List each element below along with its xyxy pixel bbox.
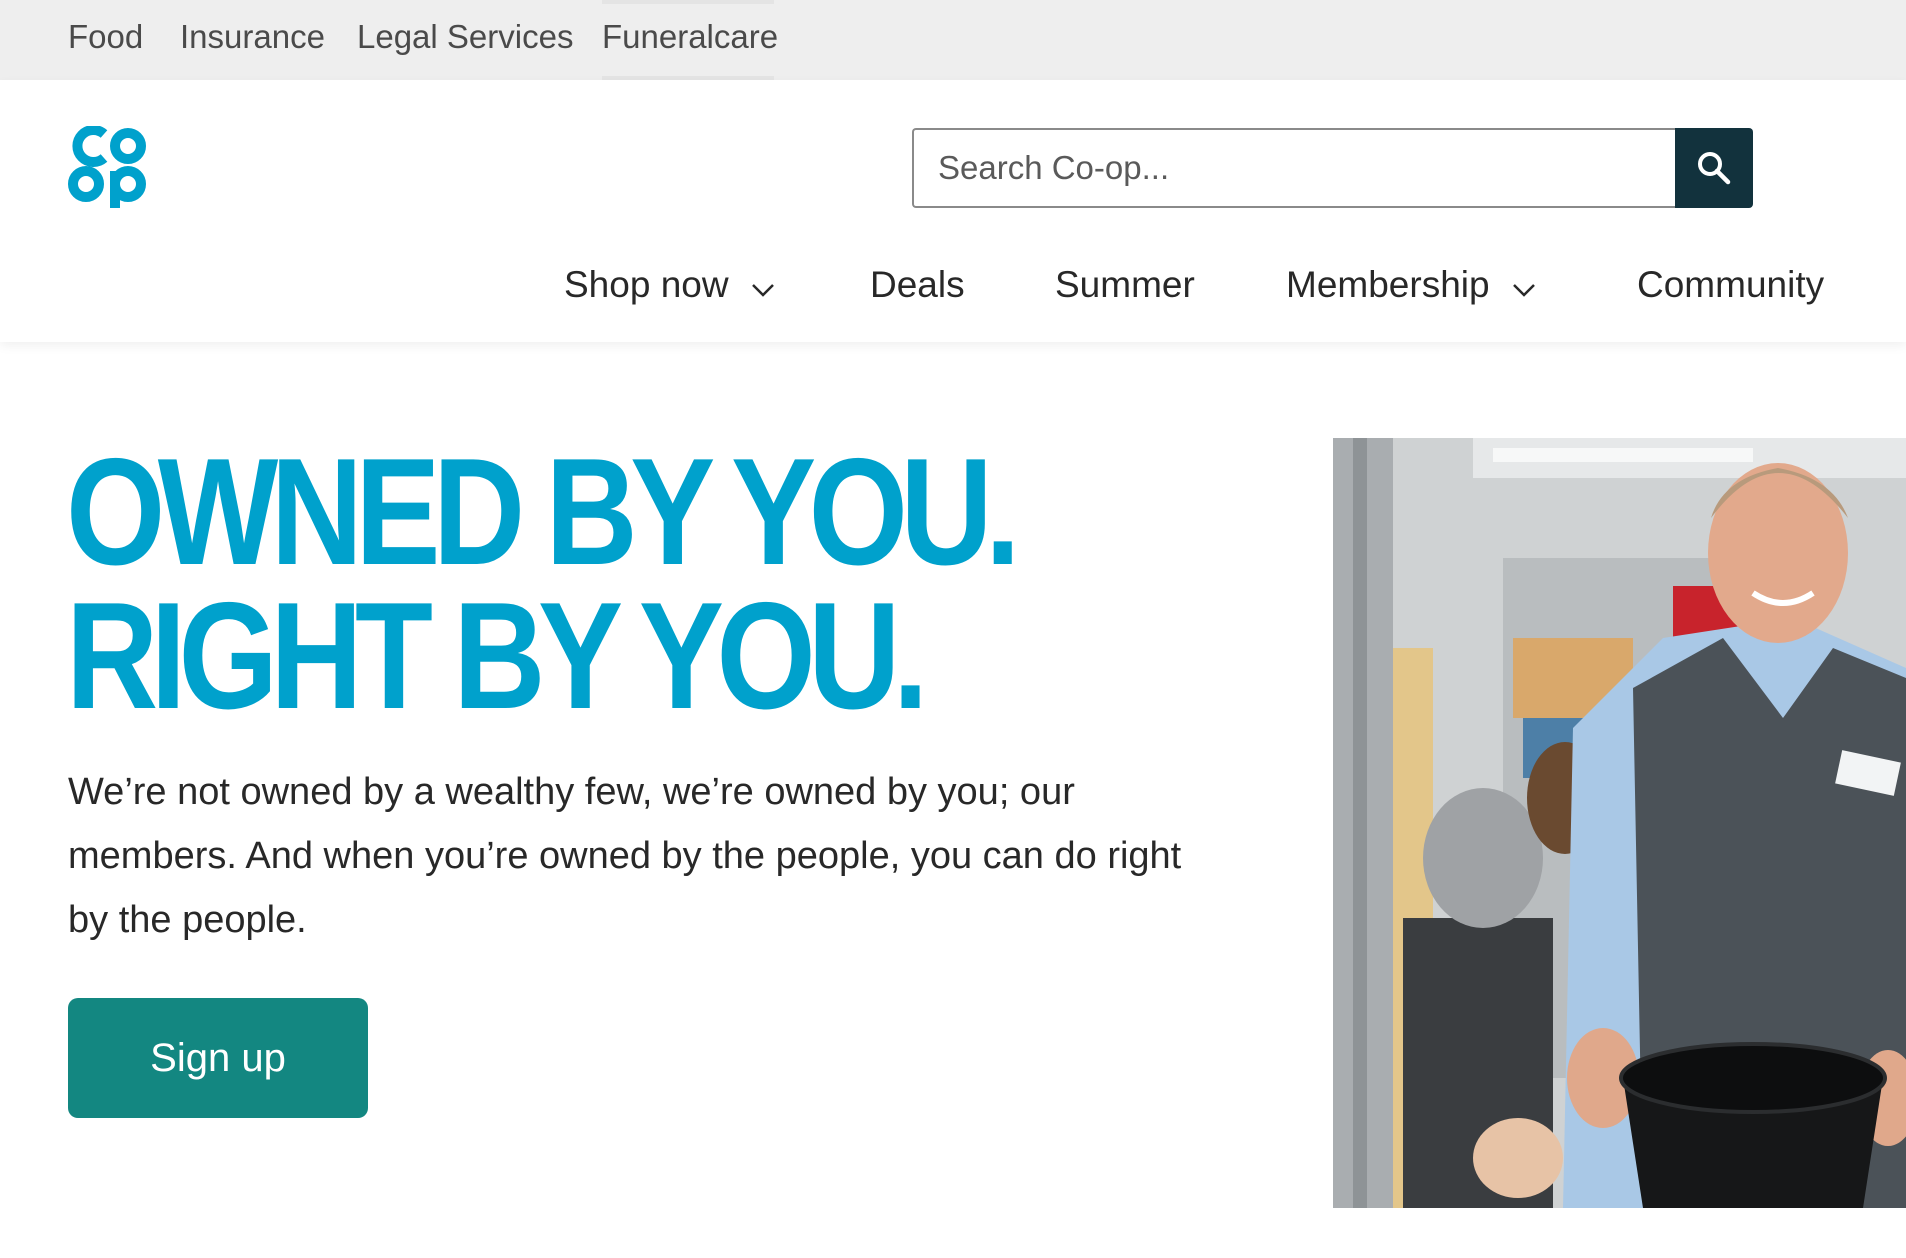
hero-title: OWNED BY YOU. RIGHT BY YOU. xyxy=(66,427,1021,741)
sign-up-button[interactable]: Sign up xyxy=(68,998,368,1118)
co-op-logo-icon xyxy=(68,125,146,208)
nav-item-label: Community xyxy=(1637,264,1825,305)
nav-item-label: Deals xyxy=(870,264,965,305)
nav-item-deals[interactable]: Deals xyxy=(870,264,965,306)
nav-item-label: Membership xyxy=(1286,264,1490,305)
hero-title-line-1: OWNED BY YOU. xyxy=(66,427,1021,597)
search-input[interactable] xyxy=(912,128,1675,208)
nav-item-membership[interactable]: Membership xyxy=(1286,264,1536,306)
nav-item-label: Summer xyxy=(1055,264,1195,305)
search-icon xyxy=(1698,152,1731,185)
utility-link-funeralcare[interactable]: Funeralcare xyxy=(602,18,778,56)
site-header: Shop now Deals Summer Membership Communi… xyxy=(0,80,1906,342)
chevron-down-icon xyxy=(751,264,775,306)
chevron-down-icon xyxy=(1512,264,1536,306)
utility-bar: Food Insurance Legal Services Funeralcar… xyxy=(0,0,1906,80)
co-op-logo[interactable] xyxy=(68,125,146,208)
search-button[interactable] xyxy=(1675,128,1753,208)
hero-photo-illustration xyxy=(1333,438,1906,1208)
nav-item-community[interactable]: Community xyxy=(1637,264,1824,306)
main-nav: Shop now Deals Summer Membership Communi… xyxy=(0,264,1906,324)
utility-link-legal-services[interactable]: Legal Services xyxy=(357,18,573,56)
hero-description: We’re not owned by a wealthy few, we’re … xyxy=(68,771,1182,941)
nav-item-shop-now[interactable]: Shop now xyxy=(564,264,775,306)
hero-title-line-2: RIGHT BY YOU. xyxy=(66,571,928,741)
nav-item-label: Shop now xyxy=(564,264,729,305)
hero-image xyxy=(1333,438,1906,1208)
utility-link-insurance[interactable]: Insurance xyxy=(180,18,325,56)
nav-item-summer[interactable]: Summer xyxy=(1055,264,1195,306)
utility-link-food[interactable]: Food xyxy=(68,18,143,56)
